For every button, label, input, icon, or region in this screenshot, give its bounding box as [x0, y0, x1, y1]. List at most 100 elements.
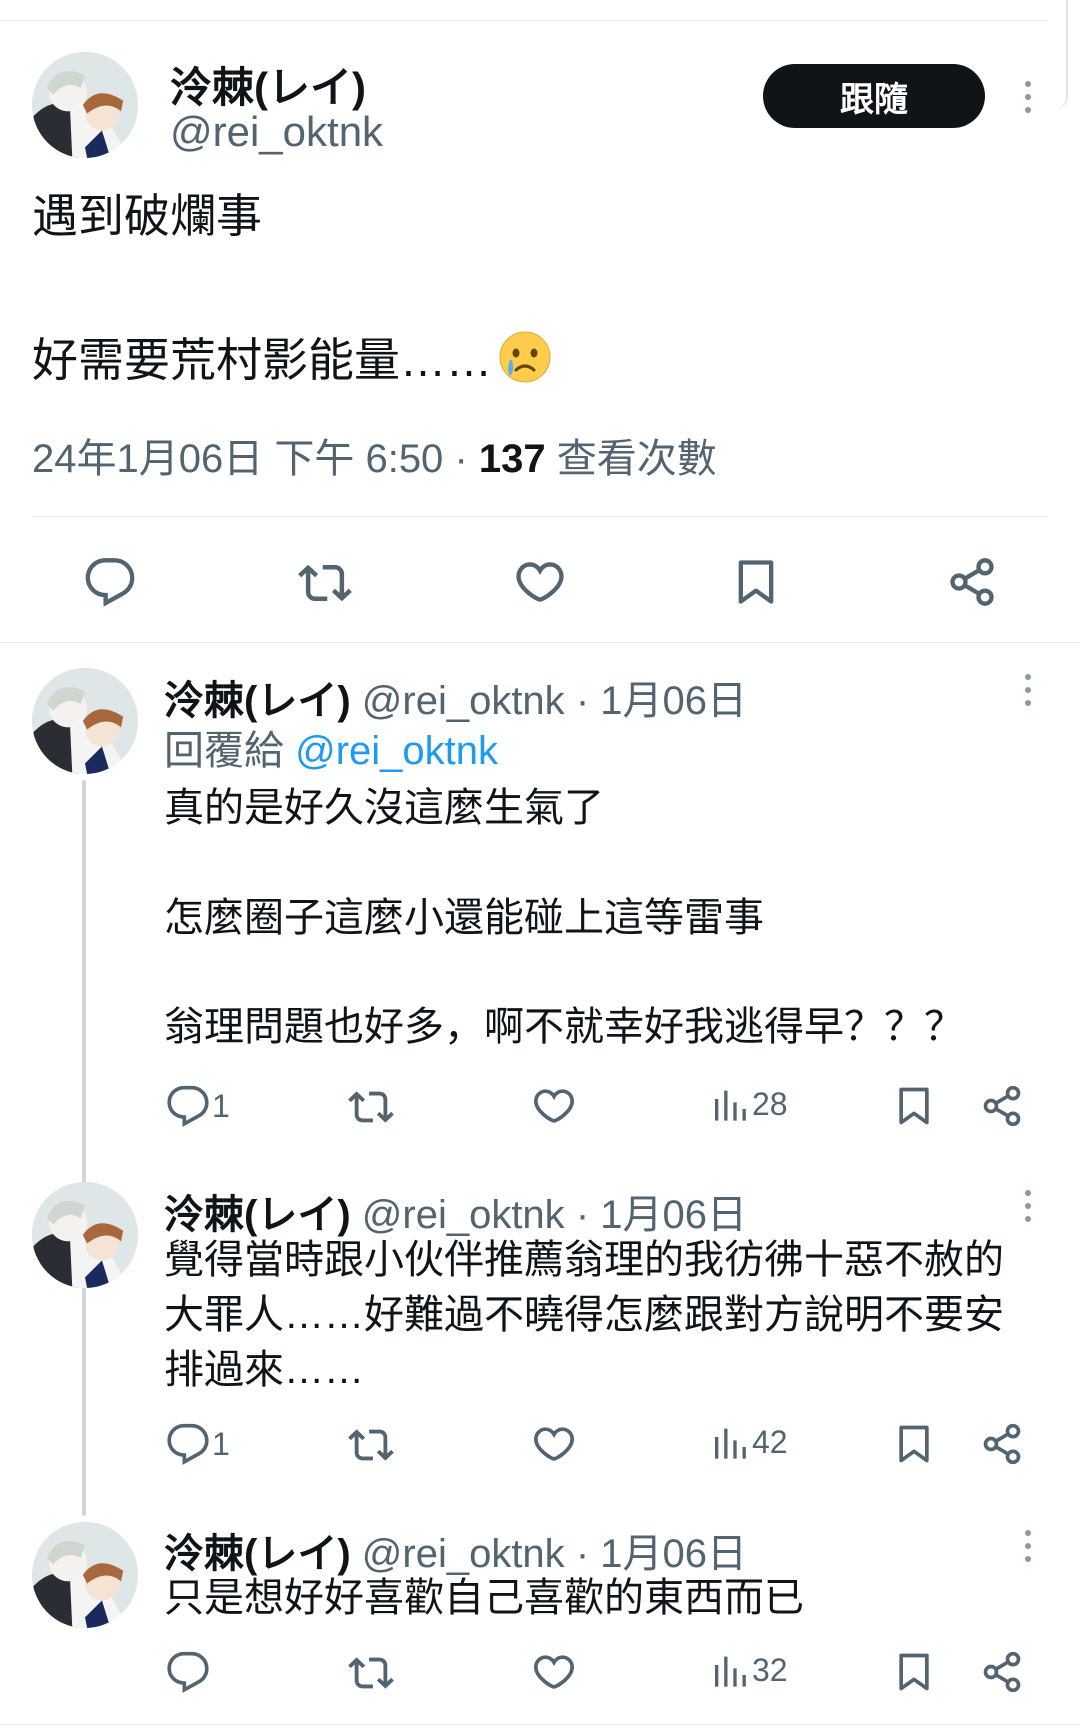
crying-face-icon	[498, 330, 552, 396]
reply-count: 1	[212, 1087, 230, 1124]
avatar-image	[32, 52, 138, 158]
like-icon	[532, 1422, 576, 1466]
thread-line	[82, 1096, 86, 1516]
reply-icon	[166, 1422, 210, 1466]
tweet-text: 好需要荒村影能量……	[32, 334, 492, 386]
author-name[interactable]: 泠棘(レイ)	[164, 1193, 351, 1237]
bookmark-icon	[892, 1422, 936, 1466]
views-count: 28	[752, 1085, 788, 1122]
views-count: 32	[752, 1651, 788, 1688]
avatar[interactable]	[32, 52, 138, 158]
bookmark-icon	[892, 1084, 936, 1128]
views-button[interactable]: 28	[710, 1084, 788, 1124]
more-icon[interactable]	[1014, 75, 1042, 119]
like-icon	[532, 1084, 576, 1128]
more-icon[interactable]	[1014, 668, 1042, 712]
reply-button[interactable]	[84, 556, 136, 608]
divider	[32, 516, 1048, 517]
retweet-icon	[348, 1422, 394, 1468]
retweet-icon	[348, 1650, 394, 1696]
replying-to: 回覆給 @rei_oktnk	[164, 718, 498, 776]
bookmark-button[interactable]	[892, 1422, 936, 1466]
reply-text-line: 怎麼圈子這麼小還能碰上這等雷事	[164, 896, 764, 940]
author-handle[interactable]: @rei_oktnk	[362, 1532, 565, 1576]
more-icon[interactable]	[1014, 1524, 1042, 1568]
reply-icon	[166, 1650, 210, 1694]
reply-date[interactable]: 1月06日	[600, 1532, 747, 1576]
retweet-button[interactable]	[348, 1084, 394, 1130]
share-icon	[980, 1084, 1024, 1128]
tweet-text-line-1: 遇到破爛事	[32, 190, 262, 242]
share-button[interactable]	[946, 556, 998, 608]
share-button[interactable]	[980, 1422, 1024, 1466]
tweet-text-line-2: 好需要荒村影能量……	[32, 330, 552, 396]
avatar-image	[32, 1182, 138, 1288]
like-icon	[514, 556, 566, 608]
replying-to-link[interactable]: @rei_oktnk	[295, 729, 498, 773]
bookmark-button[interactable]	[892, 1650, 936, 1694]
tweet-meta: 24年1月06日 下午 6:50 · 137 查看次數	[32, 426, 717, 484]
meta-separator: ·	[575, 679, 590, 723]
top-divider	[0, 20, 1048, 21]
views-icon	[710, 1422, 750, 1462]
retweet-button[interactable]	[348, 1422, 394, 1468]
reply-text-line: 排過來……	[164, 1348, 364, 1392]
views-button[interactable]: 32	[710, 1650, 788, 1690]
share-icon	[980, 1422, 1024, 1466]
author-name[interactable]: 泠棘(レイ)	[164, 1532, 351, 1576]
bookmark-button[interactable]	[730, 556, 782, 608]
retweet-button[interactable]	[298, 556, 352, 610]
like-button[interactable]	[532, 1422, 576, 1466]
like-button[interactable]	[514, 556, 566, 608]
retweet-icon	[298, 556, 352, 610]
share-button[interactable]	[980, 1650, 1024, 1694]
avatar-image	[32, 1522, 138, 1628]
page-edge	[1046, 0, 1068, 110]
reply-header: 泠棘(レイ) @rei_oktnk · 1月06日	[164, 1182, 747, 1240]
view-count: 137	[478, 437, 546, 481]
share-icon	[946, 556, 998, 608]
share-button[interactable]	[980, 1084, 1024, 1128]
bookmark-icon	[892, 1650, 936, 1694]
share-icon	[980, 1650, 1024, 1694]
reply-count: 1	[212, 1425, 230, 1462]
views-icon	[710, 1084, 750, 1124]
reply-text-line: 真的是好久沒這麼生氣了	[164, 786, 604, 830]
reply-date[interactable]: 1月06日	[600, 679, 747, 723]
avatar[interactable]	[32, 1182, 138, 1288]
reply-button[interactable]: 1	[166, 1422, 230, 1466]
author-handle[interactable]: @rei_oktnk	[170, 108, 383, 156]
reply-date[interactable]: 1月06日	[600, 1193, 747, 1237]
bookmark-icon	[730, 556, 782, 608]
view-label: 查看次數	[556, 437, 717, 481]
reply-button[interactable]	[166, 1650, 212, 1694]
author-name[interactable]: 泠棘(レイ)	[170, 54, 366, 115]
avatar[interactable]	[32, 1522, 138, 1628]
author-handle[interactable]: @rei_oktnk	[362, 679, 565, 723]
bookmark-button[interactable]	[892, 1084, 936, 1128]
like-icon	[532, 1650, 576, 1694]
follow-button[interactable]: 跟隨	[763, 64, 985, 128]
meta-separator: ·	[575, 1532, 590, 1576]
reply-button[interactable]: 1	[166, 1084, 230, 1128]
views-icon	[710, 1650, 750, 1690]
views-button[interactable]: 42	[710, 1422, 788, 1462]
like-button[interactable]	[532, 1084, 576, 1128]
reply-text-line: 大罪人……好難過不曉得怎麼跟對方說明不要安	[164, 1293, 1004, 1337]
timestamp[interactable]: 24年1月06日 下午 6:50	[32, 437, 443, 481]
divider	[0, 1724, 1080, 1725]
avatar[interactable]	[32, 668, 138, 774]
retweet-icon	[348, 1084, 394, 1130]
meta-separator: ·	[454, 437, 468, 481]
reply-icon	[84, 556, 136, 608]
meta-separator: ·	[575, 1193, 590, 1237]
retweet-button[interactable]	[348, 1650, 394, 1696]
like-button[interactable]	[532, 1650, 576, 1694]
reply-text-line: 翁理問題也好多，啊不就幸好我逃得早？？？	[164, 1005, 964, 1049]
author-handle[interactable]: @rei_oktnk	[362, 1193, 565, 1237]
author-name[interactable]: 泠棘(レイ)	[164, 679, 351, 723]
more-icon[interactable]	[1014, 1184, 1042, 1228]
reply-icon	[166, 1084, 210, 1128]
avatar-image	[32, 668, 138, 774]
views-count: 42	[752, 1423, 788, 1460]
